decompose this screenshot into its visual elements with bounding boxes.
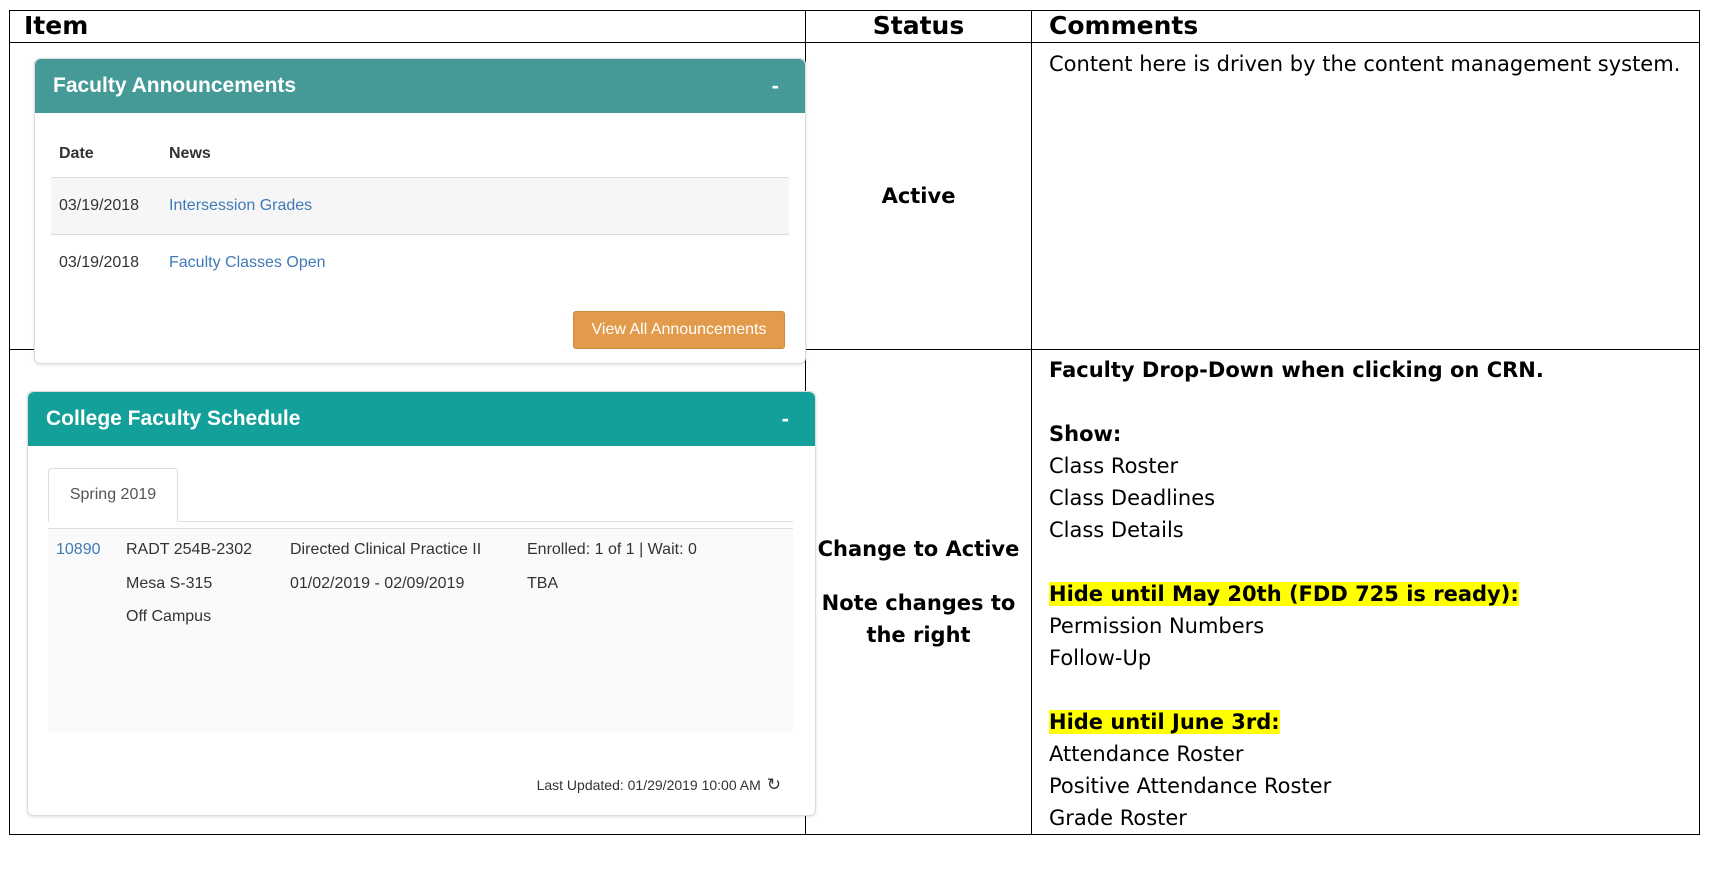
hide-item: Grade Roster <box>1049 806 1187 830</box>
announcements-title: Faculty Announcements <box>53 74 297 97</box>
college-faculty-schedule-card: College Faculty Schedule - Spring 2019 1… <box>27 391 816 816</box>
course-name: Directed Clinical Practice II <box>290 541 482 558</box>
show-item: Class Details <box>1049 518 1184 542</box>
hide-item: Positive Attendance Roster <box>1049 774 1332 798</box>
schedule-body: 10890 RADT 254B-2302 Mesa S-315 Off Camp… <box>48 528 793 732</box>
last-updated: Last Updated: 01/29/2019 10:00 AM ↻ <box>537 775 781 795</box>
class-location: Mesa S-315 <box>126 575 213 592</box>
column-news: News <box>168 131 789 178</box>
comments-cell-schedule: Faculty Drop-Down when clicking on CRN. … <box>1031 349 1700 835</box>
refresh-icon[interactable]: ↻ <box>767 775 781 795</box>
collapse-button[interactable]: - <box>782 392 789 446</box>
header-item: Item <box>9 10 806 43</box>
status-change-to-active: Change to Active <box>817 537 1020 561</box>
header-row: Item Status Comments <box>9 10 1700 43</box>
comments-cell-announcements: Content here is driven by the content ma… <box>1031 42 1700 350</box>
header-status: Status <box>805 10 1032 43</box>
faculty-announcements-card: Faculty Announcements - Date News 03/19/… <box>34 58 806 364</box>
column-date: Date <box>51 131 168 178</box>
status-note: Note changes to the right <box>821 591 1016 647</box>
schedule-title: College Faculty Schedule <box>46 407 301 430</box>
crn-link[interactable]: 10890 <box>56 541 101 559</box>
hide-until-may-label: Hide until May 20th (FDD 725 is ready): <box>1049 582 1519 606</box>
announcement-link[interactable]: Faculty Classes Open <box>169 254 326 271</box>
announcement-date: 03/19/2018 <box>51 234 168 291</box>
announcements-table: Date News 03/19/2018 Intersession Grades… <box>51 131 789 291</box>
hide-until-june-label: Hide until June 3rd: <box>1049 710 1280 734</box>
status-cell-announcements: Active <box>805 42 1032 350</box>
last-updated-text: Last Updated: 01/29/2019 10:00 AM <box>536 777 761 793</box>
term-tabs: Spring 2019 <box>48 468 793 522</box>
announcements-header: Faculty Announcements - <box>35 59 805 113</box>
status-cell-schedule: Change to Active Note changes to the rig… <box>805 349 1032 835</box>
tab-spring-2019[interactable]: Spring 2019 <box>48 468 178 522</box>
announcement-date: 03/19/2018 <box>51 177 168 235</box>
show-item: Class Roster <box>1049 454 1179 478</box>
class-campus: Off Campus <box>126 608 212 625</box>
schedule-header: College Faculty Schedule - <box>28 392 815 446</box>
show-label: Show: <box>1049 422 1122 446</box>
class-time: TBA <box>527 575 559 592</box>
show-item: Class Deadlines <box>1049 486 1216 510</box>
header-comments: Comments <box>1031 10 1700 43</box>
comments-title: Faculty Drop-Down when clicking on CRN. <box>1049 358 1544 382</box>
hide-item: Follow-Up <box>1049 646 1152 670</box>
collapse-button[interactable]: - <box>772 59 779 113</box>
view-all-announcements-button[interactable]: View All Announcements <box>573 311 785 349</box>
table-row: 03/19/2018 Faculty Classes Open <box>51 234 789 291</box>
class-dates: 01/02/2019 - 02/09/2019 <box>290 575 465 592</box>
course-code: RADT 254B-2302 <box>126 541 252 558</box>
hide-item: Permission Numbers <box>1049 614 1265 638</box>
enrollment-status: Enrolled: 1 of 1 | Wait: 0 <box>527 541 697 558</box>
table-row: 03/19/2018 Intersession Grades <box>51 177 789 235</box>
announcement-link[interactable]: Intersession Grades <box>169 197 312 214</box>
hide-item: Attendance Roster <box>1049 742 1244 766</box>
